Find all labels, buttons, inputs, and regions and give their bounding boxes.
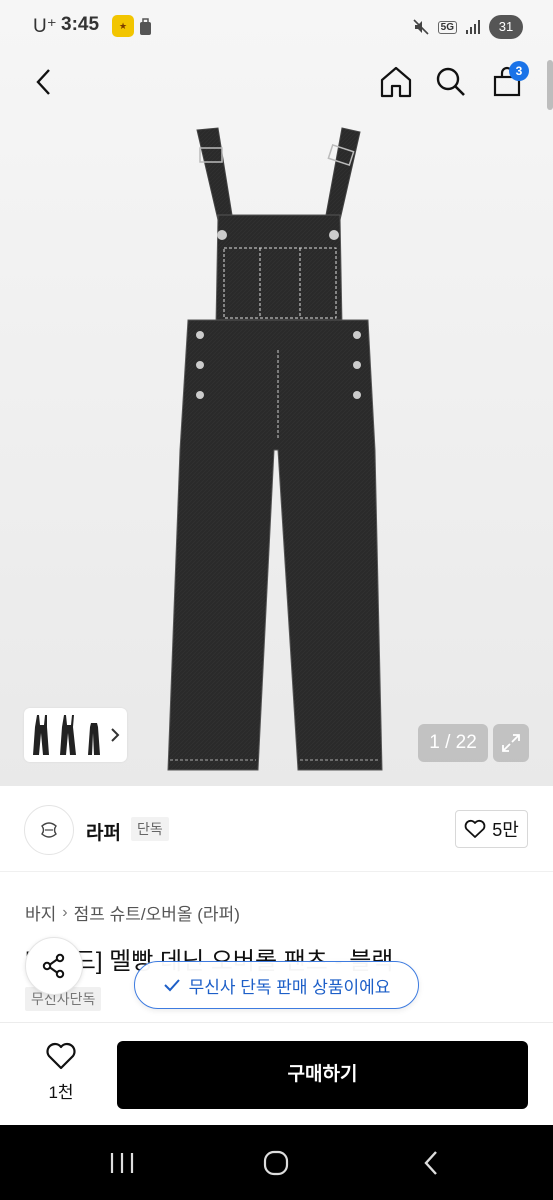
expand-icon [502, 734, 520, 752]
back-button[interactable] [22, 60, 66, 104]
product-image [167, 127, 383, 771]
signal-icon [466, 20, 480, 34]
brand-exclusive-badge: 단독 [131, 817, 169, 841]
chevron-right-icon: › [62, 903, 68, 921]
battery-indicator: 31 [489, 15, 523, 39]
buy-button[interactable]: 구매하기 [117, 1041, 528, 1109]
home-button[interactable] [374, 60, 418, 104]
wishlist-count: 1천 [48, 1083, 74, 1102]
status-bar: U⁺ 3:45 ★ 5G 31 [0, 0, 553, 54]
bag-notification-icon [140, 18, 151, 35]
home-system-button[interactable] [256, 1143, 296, 1183]
expand-button[interactable] [493, 724, 529, 762]
recent-apps-button[interactable] [102, 1143, 142, 1183]
network-type: 5G [437, 20, 457, 34]
brand-row: 라퍼 단독 5만 [0, 786, 553, 872]
cart-count-badge: 3 [509, 61, 529, 81]
thumbnail-front[interactable] [30, 713, 52, 757]
chevron-left-icon [36, 69, 50, 95]
heart-icon [46, 1042, 76, 1070]
carrier-label: U⁺ [33, 16, 57, 37]
cart-button[interactable]: 3 [485, 60, 529, 104]
check-icon [163, 979, 180, 992]
back-arrow-icon [424, 1151, 437, 1175]
share-button[interactable] [25, 937, 83, 995]
heart-icon [464, 819, 486, 838]
back-system-button[interactable] [411, 1143, 451, 1183]
breadcrumb-item[interactable]: 바지 [25, 900, 56, 925]
breadcrumb-item[interactable]: 점프 슈트/오버올 (라퍼) [74, 900, 240, 925]
brand-like-button[interactable]: 5만 [455, 810, 528, 848]
toast-text: 무신사 단독 판매 상품이에요 [188, 977, 391, 997]
app-notification-icon: ★ [112, 15, 134, 37]
breadcrumb: 바지 › 점프 슈트/오버올 (라퍼) [25, 900, 240, 925]
home-icon [380, 66, 412, 98]
mute-icon [413, 19, 429, 35]
scrollbar[interactable] [547, 60, 553, 110]
purchase-bar: 1천 구매하기 [0, 1022, 553, 1125]
brand-name[interactable]: 라퍼 [86, 818, 121, 845]
brand-like-count: 5만 [492, 820, 519, 840]
thumbnail-strip[interactable] [24, 708, 127, 762]
clock: 3:45 [61, 14, 100, 35]
home-circle-icon [263, 1150, 289, 1176]
brand-logo-icon [41, 822, 57, 838]
share-icon [42, 953, 65, 979]
recent-apps-icon [110, 1153, 134, 1173]
search-icon [436, 67, 465, 96]
exclusive-toast: 무신사 단독 판매 상품이에요 [134, 961, 419, 1009]
chevron-right-icon [111, 728, 120, 742]
thumbnail-side[interactable] [56, 713, 78, 757]
product-gallery[interactable]: 1 / 22 [0, 0, 553, 786]
brand-logo[interactable] [24, 805, 74, 855]
wishlist-button[interactable]: 1천 [24, 1041, 98, 1107]
system-navigation-bar [0, 1125, 553, 1200]
thumbnail-back[interactable] [82, 713, 104, 757]
search-button[interactable] [429, 60, 473, 104]
image-counter: 1 / 22 [418, 724, 488, 762]
